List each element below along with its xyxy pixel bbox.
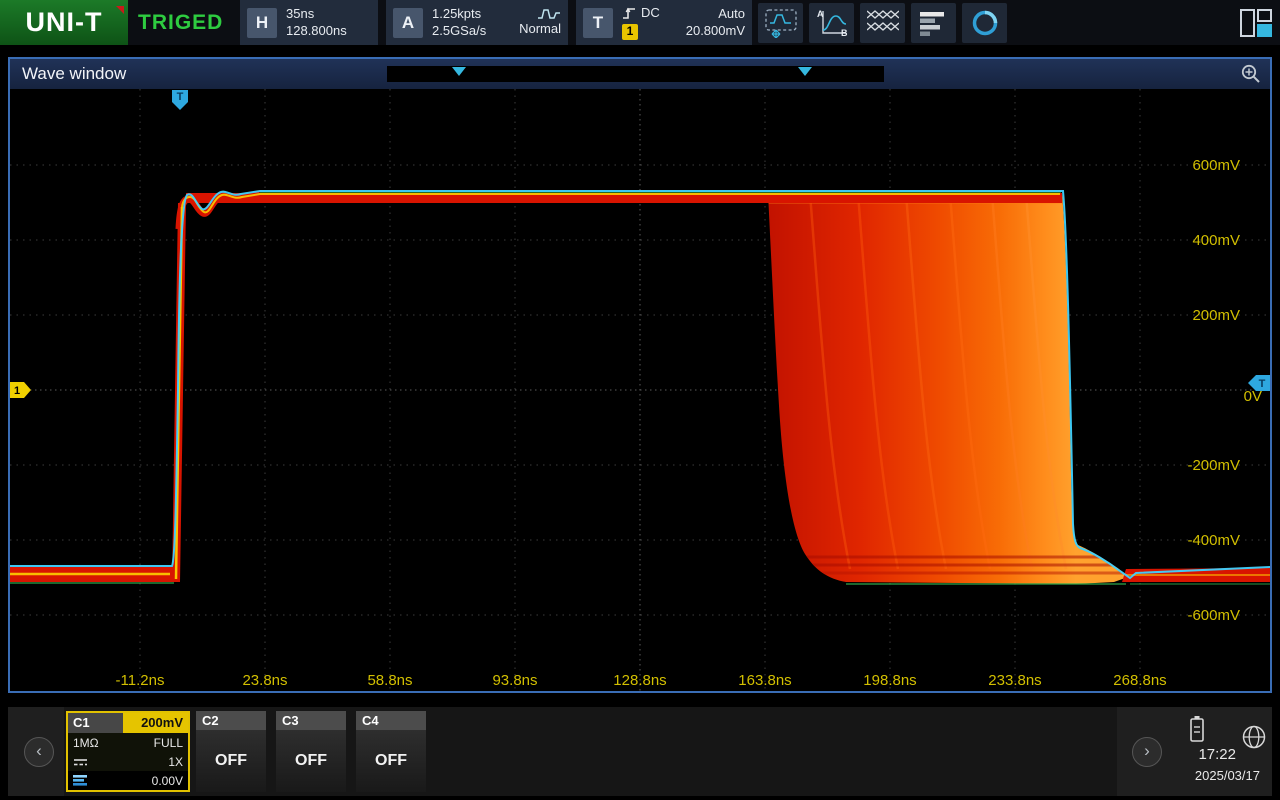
acquire-mode-value: Normal xyxy=(519,21,561,38)
window-layout-icon xyxy=(1240,9,1272,37)
voltage-label: -400mV xyxy=(1187,532,1240,549)
persistence-display-button[interactable] xyxy=(758,3,803,43)
trigger-label: T xyxy=(583,8,613,38)
persistence-display-icon xyxy=(764,8,798,38)
brand-logo-accent xyxy=(116,6,124,14)
channel1-probe: 1X xyxy=(168,755,183,769)
channel1-name: C1 xyxy=(68,713,123,733)
trigger-coupling-value: DC xyxy=(641,5,660,22)
histogram-icon xyxy=(919,10,949,36)
acquire-label: A xyxy=(393,8,423,38)
xy-icon-a-label: A xyxy=(817,9,824,19)
channel2-name: C2 xyxy=(196,711,266,730)
trigger-level-value: 20.800mV xyxy=(686,23,745,40)
trigger-source-badge: 1 xyxy=(622,24,638,40)
trigger-position-marker[interactable]: T xyxy=(172,90,188,110)
wave-window-header: Wave window xyxy=(10,59,1270,89)
voltage-label: 400mV xyxy=(1192,232,1240,249)
wave-window-title: Wave window xyxy=(10,64,126,84)
time-label: 93.8ns xyxy=(492,672,537,689)
position-marker-left-icon[interactable] xyxy=(452,67,466,76)
horizontal-settings-button[interactable]: H 35ns 128.800ns xyxy=(240,0,378,45)
histogram-button[interactable] xyxy=(911,3,956,43)
channel1-position-marker-label: 1 xyxy=(14,385,20,397)
timebase-value: 35ns xyxy=(286,6,347,23)
time-label: 268.8ns xyxy=(1113,672,1166,689)
voltage-label: -200mV xyxy=(1187,457,1240,474)
brand-logo-text: UNI-T xyxy=(26,7,103,38)
channel3-state: OFF xyxy=(276,730,346,792)
sample-rate-value: 2.5GSa/s xyxy=(432,23,486,40)
memory-depth-value: 1.25kpts xyxy=(432,6,486,23)
time-label: 23.8ns xyxy=(242,672,287,689)
channel4-box[interactable]: C4 OFF xyxy=(356,711,426,792)
horizontal-label: H xyxy=(247,8,277,38)
acquire-settings-button[interactable]: A 1.25kpts 2.5GSa/s Normal xyxy=(386,0,568,45)
grid xyxy=(10,89,1270,691)
waveform-plot: 600mV 400mV 200mV 0V -200mV -400mV -600m… xyxy=(10,89,1270,691)
channel1-bandwidth: FULL xyxy=(154,736,183,750)
trigger-status-text: TRIGED xyxy=(128,0,232,45)
chevron-right-icon: › xyxy=(1144,741,1150,760)
waveform-display-area[interactable]: 600mV 400mV 200mV 0V -200mV -400mV -600m… xyxy=(10,89,1270,691)
window-layout-button[interactable] xyxy=(1240,9,1272,37)
auto-measure-icon xyxy=(970,8,1000,38)
channel1-box[interactable]: C1 200mV 1MΩ FULL 1X 0.00V xyxy=(66,711,190,792)
channel1-position-marker[interactable]: 1 xyxy=(10,382,31,398)
trigger-mode-value: Auto xyxy=(718,6,745,23)
time-label: 233.8ns xyxy=(988,672,1041,689)
channel2-state: OFF xyxy=(196,730,266,792)
channel2-box[interactable]: C2 OFF xyxy=(196,711,266,792)
dc-coupling-icon xyxy=(73,757,88,767)
battery-icon xyxy=(1188,715,1206,743)
trigger-position-marker-label: T xyxy=(177,91,184,103)
waveform-position-bar[interactable] xyxy=(387,66,884,82)
axis-labels: 600mV 400mV 200mV 0V -200mV -400mV -600m… xyxy=(116,157,1262,689)
channel3-box[interactable]: C3 OFF xyxy=(276,711,346,792)
xy-mode-button[interactable]: A B xyxy=(809,3,854,43)
time-label: 198.8ns xyxy=(863,672,916,689)
voltage-label: 600mV xyxy=(1192,157,1240,174)
channel1-offset: 0.00V xyxy=(152,774,183,788)
voltage-label: -600mV xyxy=(1187,607,1240,624)
channel-scroll-left-button[interactable]: ‹ xyxy=(24,737,54,767)
channel-scroll-right-button[interactable]: › xyxy=(1132,737,1162,767)
channel1-impedance: 1MΩ xyxy=(73,736,99,750)
auto-measure-button[interactable] xyxy=(962,3,1007,43)
channel1-scale: 200mV xyxy=(123,713,188,733)
magnifier-icon xyxy=(1240,63,1262,85)
xy-mode-icon: A B xyxy=(815,8,849,38)
channel3-name: C3 xyxy=(276,711,346,730)
mesh-view-button[interactable] xyxy=(860,3,905,43)
trigger-settings-button[interactable]: T DC 1 Auto 20.800mV xyxy=(576,0,752,45)
voltage-label: 200mV xyxy=(1192,307,1240,324)
chevron-left-icon: ‹ xyxy=(36,741,42,760)
time-label: 58.8ns xyxy=(367,672,412,689)
mesh-view-icon xyxy=(867,10,899,36)
channel1-offset-icon xyxy=(73,775,89,786)
status-date: 2025/03/17 xyxy=(1160,768,1260,783)
channel4-name: C4 xyxy=(356,711,426,730)
delay-value: 128.800ns xyxy=(286,23,347,40)
top-bar: UNI-T TRIGED H 35ns 128.800ns A 1.25kpts… xyxy=(0,0,1280,45)
bottom-bar: ‹ C1 200mV 1MΩ FULL 1X 0.00V xyxy=(8,707,1272,796)
brand-logo: UNI-T xyxy=(0,0,128,45)
position-marker-right-icon[interactable] xyxy=(798,67,812,76)
status-time: 17:22 xyxy=(1172,746,1236,763)
time-label: 163.8ns xyxy=(738,672,791,689)
trigger-edge-icon xyxy=(622,6,637,21)
acquire-waveform-icon xyxy=(537,7,561,21)
wave-window: Wave window xyxy=(8,57,1272,693)
time-label: 128.8ns xyxy=(613,672,666,689)
zoom-button[interactable] xyxy=(1240,63,1262,90)
time-label: -11.2ns xyxy=(116,672,165,689)
globe-icon[interactable] xyxy=(1240,723,1268,751)
xy-icon-b-label: B xyxy=(841,28,848,38)
trigger-level-marker-label: T xyxy=(1259,378,1266,390)
channel4-state: OFF xyxy=(356,730,426,792)
